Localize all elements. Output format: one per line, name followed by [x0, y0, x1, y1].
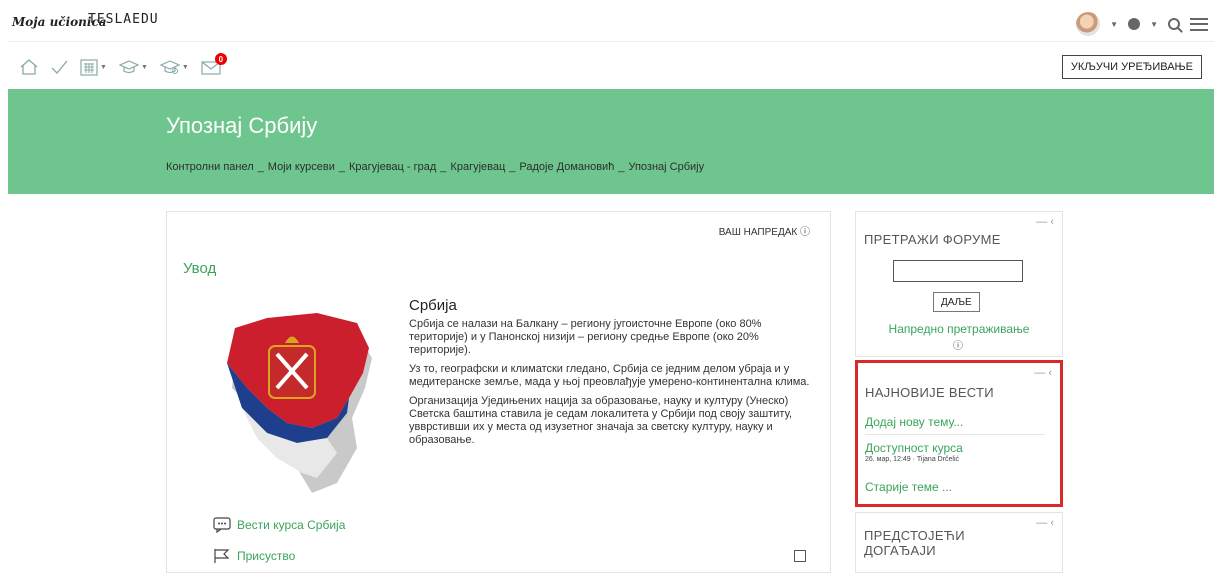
breadcrumb: Контролни панел _ Моји курсеви _ Крагујева…	[166, 161, 705, 173]
chevron-down-icon[interactable]: ▼	[1150, 20, 1158, 29]
top-navbar: Moja učionica TESLAEDU ▼ ▼	[8, 6, 1214, 42]
breadcrumb-item[interactable]: Крагујевац - град	[349, 161, 436, 173]
article-paragraph: Србија се налази на Балкану – региону ју…	[409, 318, 762, 356]
section-title[interactable]: Увод	[183, 260, 216, 277]
forum-search-input[interactable]	[893, 260, 1023, 282]
help-icon[interactable]: ⓘ	[800, 227, 810, 238]
news-item-link[interactable]: Доступност курса	[865, 441, 963, 455]
news-item-meta: 26. мар, 12:49 · Tijana Drčelić	[865, 456, 960, 463]
graduation-cap-icon[interactable]: ▼	[118, 59, 148, 75]
completion-checkbox[interactable]	[794, 550, 806, 562]
breadcrumb-item[interactable]: Моји курсеви	[268, 161, 335, 173]
serbia-map-image	[227, 313, 372, 493]
block-title: ПРЕТРАЖИ ФОРУМЕ	[864, 232, 1001, 247]
upcoming-events-block: — ‹ ПРЕДСТОЈЕЋИ ДОГАЂАЈИ	[855, 512, 1063, 573]
search-icon[interactable]	[1168, 18, 1180, 30]
block-title: ПРЕДСТОЈЕЋИ ДОГАЂАЈИ	[864, 528, 965, 558]
older-topics-link[interactable]: Старије теме ...	[865, 480, 952, 494]
toggle-editing-button[interactable]: УКЉУЧИ УРЕЂИВАЊЕ	[1061, 55, 1202, 79]
block-title: НАЈНОВИЈЕ ВЕСТИ	[865, 385, 994, 400]
breadcrumb-item[interactable]: Контролни панел	[166, 161, 254, 173]
activity-label[interactable]: Присуство	[237, 549, 295, 563]
page-title: Упознај Србију	[166, 113, 318, 138]
progress-label: ВАШ НАПРЕДАК ⓘ	[718, 227, 810, 238]
activity-label[interactable]: Вести курса Србија	[237, 518, 345, 532]
chevron-down-icon: ▼	[100, 63, 107, 71]
block-controls[interactable]: — ‹	[1036, 517, 1054, 529]
article-paragraph: Уз то, географски и климатски гледано, С…	[409, 363, 810, 388]
course-summary: Србија Србија се налази на Балкану – рег…	[409, 297, 814, 453]
article-paragraph: Организација Уједињених нација за образо…	[409, 395, 793, 446]
breadcrumb-item[interactable]: Радоје Домановић	[519, 161, 614, 173]
forum-icon	[213, 517, 231, 533]
activity-forum[interactable]: Вести курса Србија	[213, 517, 345, 533]
brand-logo[interactable]: TESLAEDU	[88, 12, 159, 27]
calendar-icon[interactable]: ▼	[80, 58, 107, 76]
add-new-topic-link[interactable]: Додај нову тему...	[865, 415, 963, 429]
latest-news-block: — ‹ НАЈНОВИЈЕ ВЕСТИ Додај нову тему... Д…	[855, 360, 1063, 507]
breadcrumb-item[interactable]: Крагујевац	[450, 161, 505, 173]
divider	[865, 434, 1045, 435]
mail-badge: 0	[214, 53, 227, 65]
advanced-search-link[interactable]: Напредно претраживање	[856, 322, 1062, 336]
mail-icon[interactable]: 0	[201, 53, 227, 75]
language-globe-icon[interactable]	[1128, 18, 1141, 30]
graduation-cap-settings-icon[interactable]: ▼	[159, 59, 189, 75]
chevron-down-icon: ▼	[140, 63, 148, 71]
article-title: Србија	[409, 297, 457, 314]
home-icon[interactable]	[20, 59, 38, 75]
course-content: ВАШ НАПРЕДАК ⓘ Увод Србија Србија се нал…	[166, 211, 831, 573]
block-controls[interactable]: — ‹	[1036, 216, 1054, 228]
activity-attendance[interactable]: Присуство	[213, 548, 295, 564]
breadcrumb-item[interactable]: Упознај Србију	[628, 161, 704, 173]
chevron-down-icon[interactable]: ▼	[1110, 20, 1118, 29]
search-go-button[interactable]: ДАЉЕ	[933, 292, 980, 312]
menu-icon[interactable]	[1190, 17, 1208, 31]
flag-icon	[214, 549, 230, 563]
course-header: Упознај Србију Контролни панел _ Моји кур…	[8, 89, 1214, 194]
block-controls[interactable]: — ‹	[1034, 367, 1052, 379]
user-avatar[interactable]	[1076, 12, 1101, 36]
help-icon[interactable]: ⓘ	[953, 337, 963, 352]
chevron-down-icon: ▼	[181, 63, 189, 71]
user-menu-area: ▼ ▼	[1076, 10, 1208, 38]
search-forums-block: — ‹ ПРЕТРАЖИ ФОРУМЕ ДАЉЕ Напредно претра…	[855, 211, 1063, 357]
quick-toolbar: ▼ ▼ ▼ 0	[20, 53, 227, 80]
check-icon[interactable]	[50, 59, 68, 75]
